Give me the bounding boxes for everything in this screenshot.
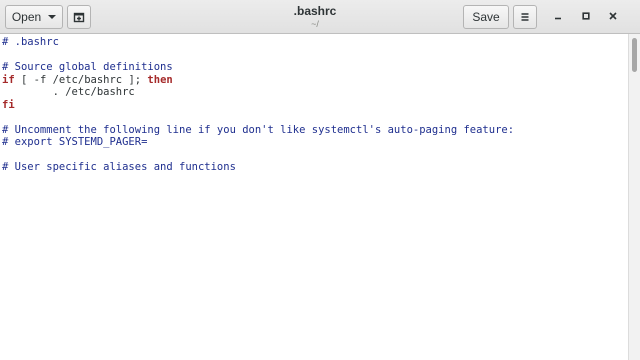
chevron-down-icon (48, 15, 57, 19)
code-line: # .bashrc (2, 36, 59, 49)
code-token: fi (2, 98, 15, 111)
text-editor-area[interactable]: # .bashrc # Source global definitions if [… (0, 34, 628, 360)
code-token: # .bashrc (2, 36, 59, 48)
code-token: if (2, 73, 15, 86)
code-line: fi (2, 99, 15, 112)
code-line: # User specific aliases and functions (2, 161, 236, 174)
header-bar: Open .bashrc ~/ Save (0, 0, 640, 34)
close-icon (608, 8, 618, 26)
hamburger-menu-icon (519, 11, 531, 23)
code-line: # export SYSTEMD_PAGER= (2, 136, 147, 149)
menu-button[interactable] (513, 5, 537, 29)
new-document-button[interactable] (67, 5, 91, 29)
maximize-button[interactable] (578, 9, 594, 25)
window-title: .bashrc (293, 4, 337, 18)
code-token: . /etc/bashrc (2, 86, 135, 98)
minimize-icon (553, 8, 563, 26)
close-button[interactable] (605, 9, 621, 25)
code-line: # Uncomment the following line if you do… (2, 124, 514, 137)
save-button-label: Save (472, 10, 500, 24)
code-line: . /etc/bashrc (2, 86, 135, 99)
scrollbar-thumb[interactable] (632, 38, 637, 72)
code-line: if [ -f /etc/bashrc ]; then (2, 74, 173, 87)
code-token: # Uncomment the following line if you do… (2, 123, 515, 136)
minimize-button[interactable] (550, 9, 566, 25)
open-button-label: Open (11, 10, 42, 24)
gedit-window: Open .bashrc ~/ Save # .bashrc # Source … (0, 0, 640, 360)
code-token: # export SYSTEMD_PAGER= (2, 136, 148, 148)
vertical-scrollbar[interactable] (628, 34, 640, 360)
save-button[interactable]: Save (463, 5, 509, 29)
code-token: [ -f /etc/bashrc ]; (14, 73, 148, 86)
code-token: # User specific aliases and functions (2, 161, 236, 173)
open-button[interactable]: Open (5, 5, 63, 29)
window-subtitle: ~/ (311, 19, 319, 29)
code-line: # Source global definitions (2, 61, 173, 74)
code-token: then (147, 73, 173, 86)
code-token: # Source global definitions (2, 61, 173, 73)
title-block: .bashrc ~/ (240, 4, 390, 30)
new-document-icon (73, 11, 85, 23)
maximize-icon (581, 8, 591, 26)
